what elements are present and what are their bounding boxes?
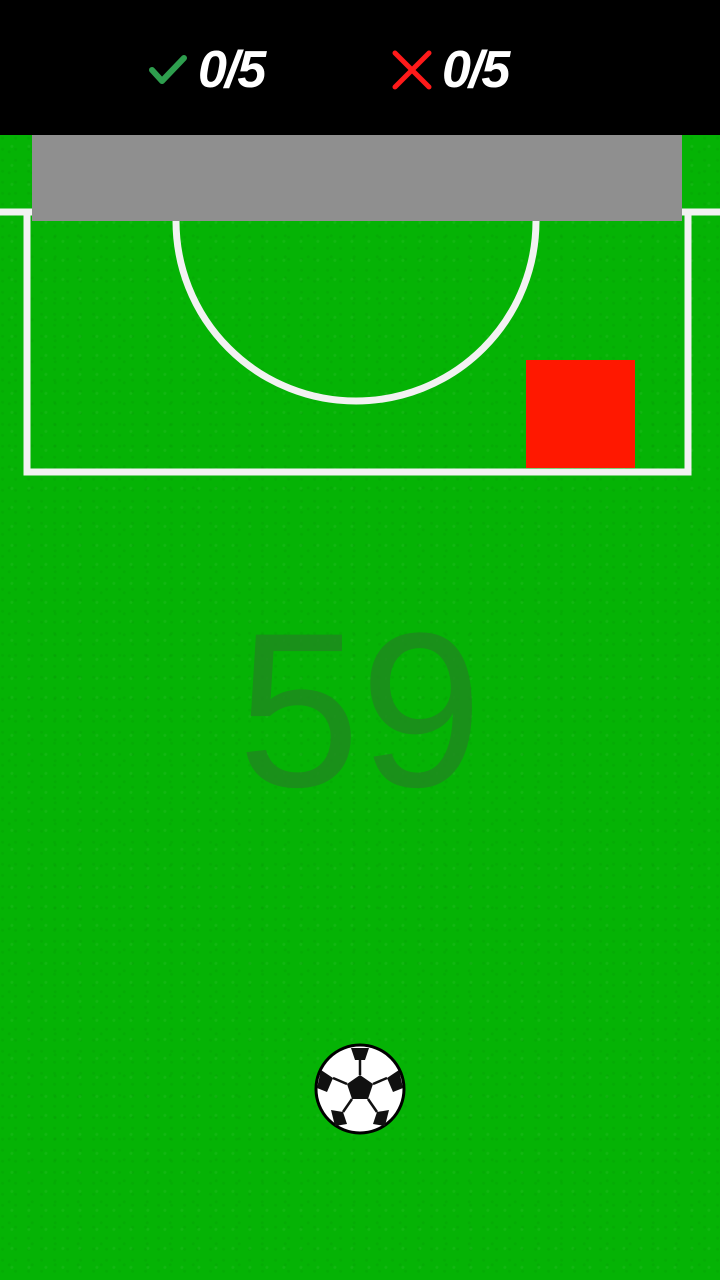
goalkeeper-block bbox=[526, 360, 635, 468]
penalty-arc bbox=[172, 217, 540, 405]
score-bar: 0/5 0/5 bbox=[0, 0, 720, 135]
check-icon bbox=[146, 48, 190, 92]
goals-value: 0/5 bbox=[198, 41, 266, 99]
cross-icon bbox=[390, 48, 434, 92]
goals-counter: 0/5 bbox=[146, 40, 266, 100]
misses-counter: 0/5 bbox=[390, 40, 510, 100]
misses-value: 0/5 bbox=[442, 41, 510, 99]
goal-crossbar bbox=[32, 135, 682, 221]
soccer-ball-icon[interactable] bbox=[313, 1042, 407, 1136]
countdown-timer: 59 bbox=[237, 587, 483, 833]
